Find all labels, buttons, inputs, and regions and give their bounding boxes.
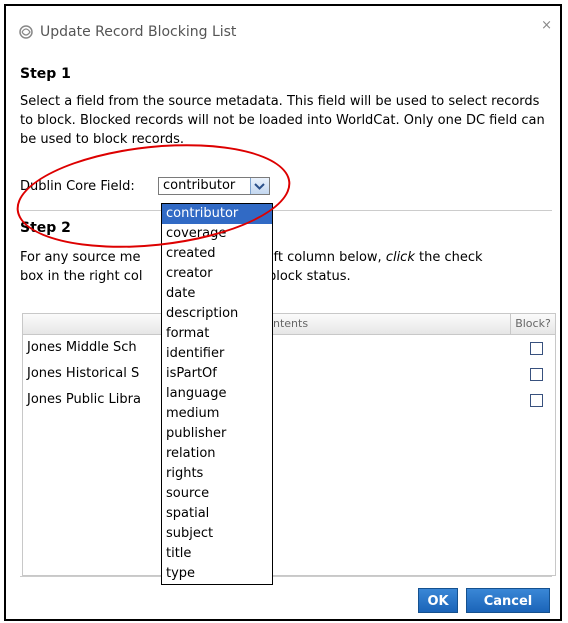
block-checkbox[interactable] (530, 342, 543, 355)
dropdown-option[interactable]: publisher (162, 424, 272, 444)
dropdown-option[interactable]: language (162, 384, 272, 404)
table-header: ntents Block? (23, 314, 555, 335)
dropdown-option[interactable]: identifier (162, 344, 272, 364)
cancel-button[interactable]: Cancel (466, 588, 550, 613)
dropdown-option[interactable]: title (162, 544, 272, 564)
ok-button[interactable]: OK (418, 588, 458, 613)
dropdown-option[interactable]: creator (162, 264, 272, 284)
column-header-contents: ntents (273, 317, 309, 330)
row-name: Jones Historical S (27, 366, 140, 381)
divider (20, 210, 552, 211)
dropdown-option[interactable]: created (162, 244, 272, 264)
dropdown-option[interactable]: source (162, 484, 272, 504)
table-row: Jones Public Libra (23, 388, 555, 414)
update-record-blocking-dialog: Update Record Blocking List × Step 1 Sel… (4, 4, 562, 621)
dropdown-option[interactable]: format (162, 324, 272, 344)
dropdown-option[interactable]: coverage (162, 224, 272, 244)
block-checkbox[interactable] (530, 394, 543, 407)
step2-description: For any source me the left column below, … (20, 248, 550, 286)
row-name: Jones Middle Sch (27, 340, 137, 355)
row-name: Jones Public Libra (27, 392, 141, 407)
close-icon[interactable]: × (541, 18, 552, 33)
dropdown-option[interactable]: relation (162, 444, 272, 464)
dropdown-option[interactable]: type (162, 564, 272, 584)
chevron-down-icon[interactable] (250, 178, 269, 194)
dropdown-option[interactable]: medium (162, 404, 272, 424)
dublin-core-field-label: Dublin Core Field: (20, 179, 135, 194)
step1-heading: Step 1 (20, 66, 71, 82)
dropdown-option[interactable]: contributor (162, 204, 272, 224)
table-row: Jones Historical S (23, 362, 555, 388)
dublin-core-field-dropdown[interactable]: contributor coverage created creator dat… (161, 203, 273, 585)
dublin-core-field-select[interactable]: contributor (158, 177, 270, 195)
dropdown-option[interactable]: date (162, 284, 272, 304)
table-row: Jones Middle Sch (23, 336, 555, 362)
dialog-title: Update Record Blocking List (40, 24, 237, 40)
blocking-table: ntents Block? Jones Middle Sch Jones His… (22, 313, 556, 576)
dropdown-option[interactable]: rights (162, 464, 272, 484)
dropdown-option[interactable]: subject (162, 524, 272, 544)
select-value: contributor (163, 178, 236, 193)
step2-text-italic: click (385, 250, 415, 265)
column-header-block: Block? (510, 314, 555, 334)
oclc-logo-icon (18, 24, 34, 40)
step2-text-a: For any source me (20, 250, 141, 265)
step2-line2-a: box in the right col (20, 269, 143, 284)
dropdown-option[interactable]: isPartOf (162, 364, 272, 384)
footer-divider (20, 576, 552, 577)
step2-heading: Step 2 (20, 220, 71, 236)
step2-text-c: the check (414, 250, 483, 265)
block-checkbox[interactable] (530, 368, 543, 381)
dropdown-option[interactable]: spatial (162, 504, 272, 524)
step1-description: Select a field from the source metadata.… (20, 94, 545, 147)
dialog-titlebar: Update Record Blocking List × (6, 6, 560, 54)
dropdown-option[interactable]: description (162, 304, 272, 324)
